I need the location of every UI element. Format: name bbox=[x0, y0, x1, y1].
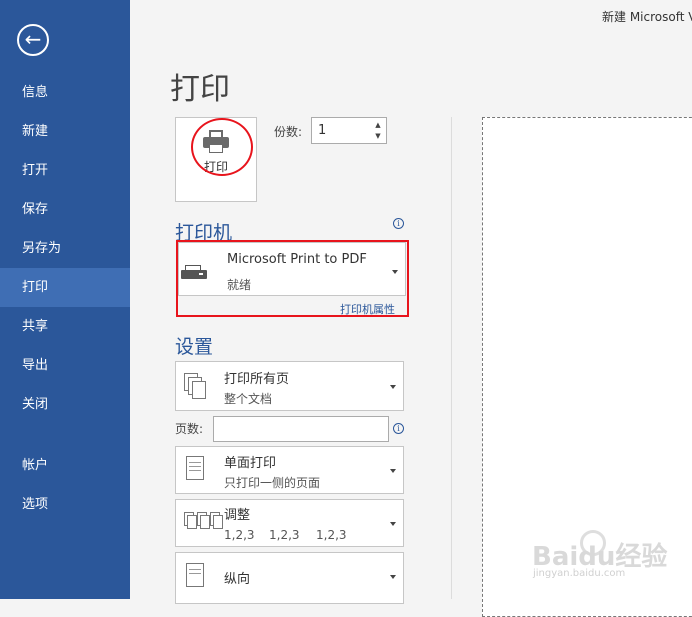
printer-status: 就绪 bbox=[227, 278, 252, 292]
collate-sub-2: 1,2,3 bbox=[269, 528, 300, 542]
print-range-sub: 整个文档 bbox=[224, 392, 273, 406]
single-sided-icon bbox=[184, 456, 206, 484]
sides-sub: 只打印一侧的页面 bbox=[224, 476, 321, 490]
printer-properties-link[interactable]: 打印机属性 bbox=[340, 301, 395, 317]
nav-info[interactable]: 信息 bbox=[0, 73, 130, 112]
chevron-down-icon bbox=[390, 575, 396, 579]
nav-open[interactable]: 打开 bbox=[0, 151, 130, 190]
printer-heading: 打印机 bbox=[175, 222, 233, 244]
orientation-main: 纵向 bbox=[224, 572, 251, 587]
back-arrow-icon[interactable]: ← bbox=[17, 24, 49, 56]
print-button-label: 打印 bbox=[203, 160, 228, 174]
nav-save[interactable]: 保存 bbox=[0, 190, 130, 229]
settings-heading: 设置 bbox=[175, 336, 214, 358]
nav-export[interactable]: 导出 bbox=[0, 346, 130, 385]
nav-save-as[interactable]: 另存为 bbox=[0, 229, 130, 268]
copies-label: 份数: bbox=[274, 125, 303, 139]
nav-new[interactable]: 新建 bbox=[0, 112, 130, 151]
copies-stepper[interactable]: 1 ▲ ▼ bbox=[311, 117, 387, 144]
spin-up-icon[interactable]: ▲ bbox=[373, 120, 383, 130]
nav-account[interactable]: 帐户 bbox=[0, 446, 130, 485]
collate-select[interactable]: 调整 1,2,3 1,2,3 1,2,3 bbox=[175, 499, 404, 547]
printer-icon bbox=[203, 130, 229, 153]
printer-name: Microsoft Print to PDF bbox=[227, 252, 367, 267]
nav-print[interactable]: 打印 bbox=[0, 268, 130, 307]
nav-close[interactable]: 关闭 bbox=[0, 385, 130, 424]
sides-select[interactable]: 单面打印 只打印一侧的页面 bbox=[175, 446, 404, 494]
printer-select[interactable]: Microsoft Print to PDF 就绪 bbox=[178, 242, 406, 296]
collate-sub-3: 1,2,3 bbox=[316, 528, 347, 542]
info-icon[interactable]: i bbox=[393, 423, 404, 434]
info-icon[interactable]: i bbox=[393, 218, 404, 229]
print-button[interactable]: 打印 bbox=[175, 117, 257, 202]
print-range-main: 打印所有页 bbox=[224, 372, 290, 387]
pages-label: 页数: bbox=[175, 422, 204, 436]
chevron-down-icon bbox=[392, 270, 398, 274]
window-title: 新建 Microsoft V bbox=[602, 10, 692, 24]
backstage-sidebar: ← 信息 新建 打开 保存 另存为 打印 共享 导出 关闭 帐户 选项 bbox=[0, 0, 130, 599]
printer-small-icon bbox=[181, 265, 209, 281]
panel-divider bbox=[451, 117, 452, 599]
watermark-url: jingyan.baidu.com bbox=[533, 568, 626, 579]
collate-icon bbox=[184, 512, 223, 540]
portrait-icon bbox=[184, 563, 206, 591]
collate-sub-1: 1,2,3 bbox=[224, 528, 255, 542]
chevron-down-icon bbox=[390, 385, 396, 389]
sides-main: 单面打印 bbox=[224, 456, 277, 471]
chevron-down-icon bbox=[390, 522, 396, 526]
page-title: 打印 bbox=[170, 72, 230, 107]
nav-options[interactable]: 选项 bbox=[0, 485, 130, 524]
chevron-down-icon bbox=[390, 469, 396, 473]
print-range-select[interactable]: 打印所有页 整个文档 bbox=[175, 361, 404, 411]
collate-main: 调整 bbox=[224, 508, 251, 523]
nav-share[interactable]: 共享 bbox=[0, 307, 130, 346]
copies-value: 1 bbox=[318, 123, 327, 138]
pages-icon bbox=[184, 373, 206, 401]
orientation-select[interactable]: 纵向 bbox=[175, 552, 404, 604]
spin-down-icon[interactable]: ▼ bbox=[373, 131, 383, 141]
pages-input[interactable] bbox=[213, 416, 389, 442]
